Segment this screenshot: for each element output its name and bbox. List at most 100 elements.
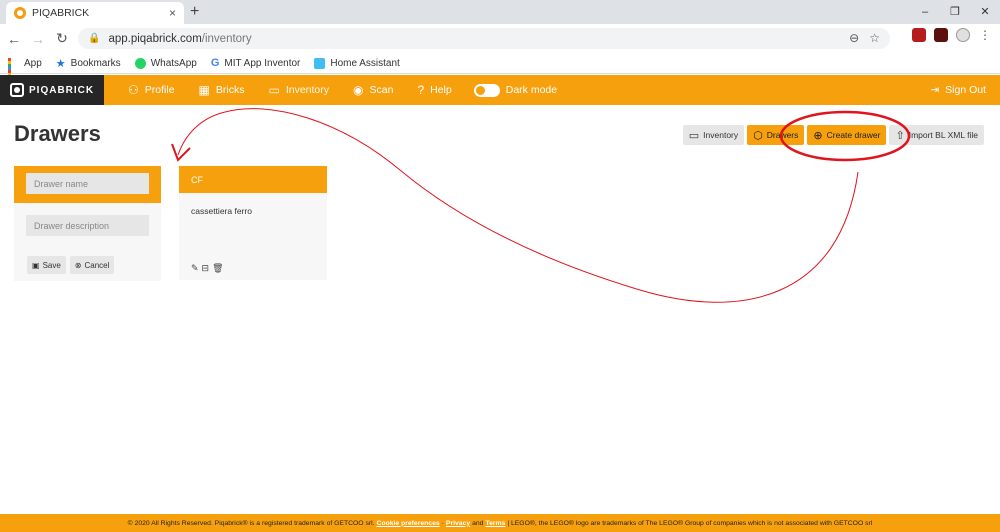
bookmark-star-icon[interactable]: ☆ bbox=[869, 31, 880, 45]
nav-help[interactable]: ? Help bbox=[417, 83, 451, 97]
page-title: Drawers bbox=[14, 121, 101, 146]
address-bar[interactable]: 🔒 app.piqabrick.com/inventory ⊖ ☆ bbox=[78, 28, 890, 49]
import-bl-xml-button[interactable]: ⇧ Import BL XML file bbox=[889, 125, 984, 145]
button-label: Create drawer bbox=[826, 130, 881, 140]
drawer-card: CF cassettiera ferro ✎ ⊟ 🗑 bbox=[179, 166, 327, 280]
sign-out-button[interactable]: ⇥ Sign Out bbox=[930, 75, 986, 105]
extension-icon[interactable] bbox=[934, 28, 948, 42]
bricks-grid-icon: ▦ bbox=[198, 83, 210, 97]
footer-copyright: © 2020 All Rights Reserved. Piqabrick® i… bbox=[127, 519, 375, 527]
url-host: app.piqabrick.com bbox=[108, 32, 202, 45]
drawer-description: cassettiera ferro bbox=[191, 206, 252, 216]
app-navbar: PIQABRICK ⚇ Profile ▦ Bricks ▭ Inventory… bbox=[0, 75, 1000, 105]
bookmark-label: WhatsApp bbox=[150, 57, 197, 69]
browser-toolbar: ← → ↻ 🔒 app.piqabrick.com/inventory ⊖ ☆ … bbox=[0, 24, 1000, 53]
privacy-link[interactable]: Privacy bbox=[446, 520, 470, 527]
bookmark-label: MIT App Inventor bbox=[224, 57, 301, 69]
tab-title: PIQABRICK bbox=[32, 7, 90, 19]
screen: PIQABRICK × + – ❐ ✕ ← → ↻ 🔒 app.piqabric… bbox=[0, 0, 1000, 532]
home-assistant-icon bbox=[314, 57, 326, 69]
whatsapp-icon bbox=[134, 57, 146, 69]
new-tab-icon[interactable]: + bbox=[190, 3, 199, 21]
inventory-box-icon: ▭ bbox=[268, 83, 280, 97]
form-buttons: ▣ Save ⊗ Cancel bbox=[27, 256, 115, 274]
inventory-box-icon: ▭ bbox=[688, 129, 700, 142]
cookie-preferences-link[interactable]: Cookie preferences bbox=[377, 520, 440, 527]
footer-and: and bbox=[472, 519, 484, 527]
tab-close-icon[interactable]: × bbox=[169, 6, 176, 20]
bookmark-bookmarks[interactable]: ★ Bookmarks bbox=[56, 57, 121, 70]
dark-mode-toggle[interactable] bbox=[473, 83, 500, 97]
cube-icon: ⬡ bbox=[753, 129, 763, 142]
piqabrick-logo-icon bbox=[10, 83, 24, 97]
cancel-icon: ⊗ bbox=[74, 260, 82, 270]
bookmark-app[interactable]: App bbox=[8, 57, 42, 85]
nav-label: Bricks bbox=[215, 84, 245, 96]
drawer-card-actions: ✎ ⊟ 🗑 bbox=[191, 263, 224, 274]
eye-icon: ◉ bbox=[353, 83, 364, 97]
trash-icon[interactable]: 🗑 bbox=[212, 263, 223, 274]
cancel-button[interactable]: ⊗ Cancel bbox=[69, 256, 115, 274]
save-button[interactable]: ▣ Save bbox=[27, 256, 66, 274]
reload-icon[interactable]: ↻ bbox=[52, 30, 72, 47]
save-icon: ▣ bbox=[32, 260, 40, 270]
dark-mode-label: Dark mode bbox=[505, 84, 558, 96]
help-icon: ? bbox=[417, 83, 425, 97]
bookmark-label: App bbox=[24, 57, 42, 69]
button-label: Drawers bbox=[766, 130, 799, 140]
button-label: Inventory bbox=[703, 130, 739, 140]
upload-icon: ⇧ bbox=[895, 129, 905, 142]
browser-tab[interactable]: PIQABRICK × bbox=[6, 2, 184, 24]
browser-tabbar: PIQABRICK × + – ❐ ✕ bbox=[0, 0, 1000, 24]
edit-icon[interactable]: ✎ bbox=[191, 263, 199, 274]
footer-sep: · bbox=[441, 519, 444, 527]
url-path: /inventory bbox=[201, 32, 252, 45]
bookmark-mit-app-inventor[interactable]: G MIT App Inventor bbox=[211, 57, 301, 69]
nav-profile[interactable]: ⚇ Profile bbox=[128, 83, 175, 97]
profile-avatar-icon[interactable] bbox=[956, 28, 970, 42]
button-label: Cancel bbox=[84, 260, 110, 270]
brand-name: PIQABRICK bbox=[29, 84, 95, 96]
annotation-arrowhead bbox=[171, 143, 191, 162]
sign-out-icon: ⇥ bbox=[930, 84, 940, 96]
maximize-icon[interactable]: ❐ bbox=[940, 0, 970, 24]
extensions: ⋮ bbox=[912, 28, 992, 42]
nav-label: Help bbox=[430, 84, 452, 96]
page-actions: ▭ Inventory ⬡ Drawers ⊕ Create drawer ⇧ … bbox=[682, 125, 984, 145]
sign-out-label: Sign Out bbox=[945, 84, 986, 96]
bookmark-label: Home Assistant bbox=[330, 57, 400, 69]
brand-logo[interactable]: PIQABRICK bbox=[0, 75, 104, 105]
ublock-extension-icon[interactable] bbox=[912, 28, 926, 42]
terms-link[interactable]: Terms bbox=[485, 520, 505, 527]
button-label: Import BL XML file bbox=[908, 130, 978, 140]
lock-icon: 🔒 bbox=[88, 33, 101, 44]
user-icon: ⚇ bbox=[128, 83, 139, 97]
browser-menu-icon[interactable]: ⋮ bbox=[978, 28, 992, 42]
footer-trademark: | LEGO®, the LEGO® logo are trademarks o… bbox=[507, 519, 873, 527]
inventory-button[interactable]: ▭ Inventory bbox=[682, 125, 745, 145]
nav-label: Scan bbox=[369, 84, 394, 96]
nav-bricks[interactable]: ▦ Bricks bbox=[199, 83, 245, 97]
bookmark-label: Bookmarks bbox=[70, 57, 121, 69]
create-drawer-button[interactable]: ⊕ Create drawer bbox=[807, 125, 887, 145]
open-drawer-icon[interactable]: ⊟ bbox=[202, 263, 210, 274]
drawer-name-input[interactable] bbox=[26, 173, 149, 194]
footer: © 2020 All Rights Reserved. Piqabrick® i… bbox=[0, 514, 1000, 532]
nav-scan[interactable]: ◉ Scan bbox=[353, 83, 393, 97]
bookmark-home-assistant[interactable]: Home Assistant bbox=[314, 57, 400, 69]
google-icon: G bbox=[210, 57, 220, 69]
back-icon[interactable]: ← bbox=[4, 31, 24, 47]
piqabrick-favicon-icon bbox=[14, 7, 26, 19]
drawer-description-input[interactable] bbox=[26, 215, 149, 236]
bookmark-whatsapp[interactable]: WhatsApp bbox=[134, 57, 197, 69]
drawer-name: CF bbox=[179, 166, 327, 193]
nav-label: Inventory bbox=[285, 84, 330, 96]
zoom-icon[interactable]: ⊖ bbox=[849, 31, 859, 45]
forward-icon[interactable]: → bbox=[28, 31, 48, 47]
minimize-icon[interactable]: – bbox=[910, 0, 940, 24]
close-window-icon[interactable]: ✕ bbox=[970, 0, 1000, 24]
star-icon: ★ bbox=[55, 57, 66, 70]
drawers-button[interactable]: ⬡ Drawers bbox=[747, 125, 805, 145]
nav-inventory[interactable]: ▭ Inventory bbox=[268, 83, 329, 97]
new-drawer-form: ▣ Save ⊗ Cancel bbox=[14, 166, 161, 281]
